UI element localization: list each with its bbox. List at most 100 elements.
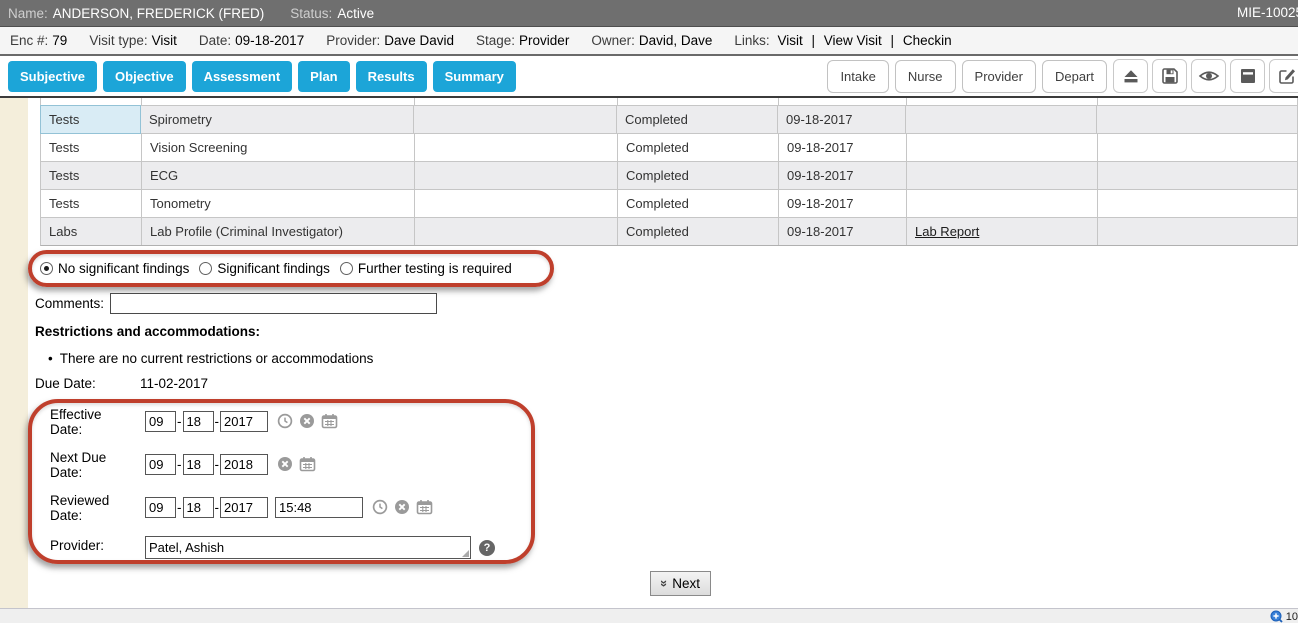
radio-label: No significant findings (58, 261, 189, 276)
depart-button[interactable]: Depart (1042, 60, 1107, 93)
date-cell: 09-18-2017 (778, 106, 906, 133)
calendar-icon[interactable] (299, 456, 316, 472)
patient-status-value: Active (337, 6, 374, 21)
comments-row: Comments: (35, 293, 437, 314)
nurse-button[interactable]: Nurse (895, 60, 956, 93)
lab-report-link[interactable]: Lab Report (915, 224, 979, 239)
visit-type-label: Visit type: (89, 33, 147, 48)
category-cell-selected[interactable]: Tests (40, 105, 141, 134)
restrictions-text: There are no current restrictions or acc… (60, 351, 374, 366)
radio-label: Further testing is required (358, 261, 512, 276)
restrictions-heading: Restrictions and accommodations: (35, 324, 260, 339)
reviewed-month-input[interactable] (145, 497, 176, 518)
radio-further-testing[interactable]: Further testing is required (340, 261, 512, 276)
tab-assessment[interactable]: Assessment (192, 61, 293, 92)
clear-icon[interactable] (277, 456, 293, 472)
next-button[interactable]: » Next (650, 571, 711, 596)
effective-day-input[interactable] (183, 411, 214, 432)
stage-field: Stage:Provider (476, 33, 569, 48)
status-cell: Completed (618, 190, 779, 217)
radio-icon[interactable] (340, 262, 353, 275)
date-cell: 09-18-2017 (779, 162, 907, 189)
resize-grip-icon[interactable] (462, 550, 469, 557)
tab-objective[interactable]: Objective (103, 61, 186, 92)
reviewed-time-input[interactable] (275, 497, 363, 518)
findings-radio-group: No significant findings Significant find… (40, 261, 522, 276)
radio-no-significant-findings[interactable]: No significant findings (40, 261, 189, 276)
test-name-cell: Tonometry (142, 190, 415, 217)
owner-label: Owner: (591, 33, 635, 48)
effective-date-label: Effective Date: (50, 405, 145, 437)
clock-icon[interactable] (372, 499, 388, 515)
reviewed-day-input[interactable] (183, 497, 214, 518)
view-button[interactable] (1191, 59, 1226, 93)
save-button[interactable] (1152, 59, 1187, 93)
radio-significant-findings[interactable]: Significant findings (199, 261, 330, 276)
eject-button[interactable] (1113, 59, 1148, 93)
link-visit[interactable]: Visit (777, 33, 802, 48)
archive-button[interactable] (1230, 59, 1265, 93)
archive-icon (1238, 66, 1258, 86)
link-checkin[interactable]: Checkin (903, 33, 952, 48)
comments-input[interactable] (110, 293, 437, 314)
visit-type-field: Visit type:Visit (89, 33, 177, 48)
tab-plan[interactable]: Plan (298, 61, 349, 92)
effective-year-input[interactable] (220, 411, 268, 432)
intake-button[interactable]: Intake (827, 60, 888, 93)
clear-icon[interactable] (394, 499, 410, 515)
visit-date-field: Date:09-18-2017 (199, 33, 304, 48)
double-chevron-down-icon: » (657, 580, 672, 587)
calendar-icon[interactable] (321, 413, 338, 429)
next-due-year-input[interactable] (220, 454, 268, 475)
radio-icon[interactable] (40, 262, 53, 275)
bullet-icon: • (48, 351, 53, 366)
table-row: Tests Tonometry Completed 09-18-2017 (41, 189, 1297, 217)
link-view-visit[interactable]: View Visit (824, 33, 882, 48)
clear-icon[interactable] (299, 413, 315, 429)
edit-button[interactable] (1269, 59, 1298, 93)
reviewing-provider-input[interactable] (145, 536, 471, 559)
reviewed-year-input[interactable] (220, 497, 268, 518)
category-cell[interactable]: Tests (41, 190, 142, 217)
table-row-clipped (41, 98, 1297, 105)
links-group: Links: Visit | View Visit | Checkin (734, 33, 951, 48)
next-due-day-input[interactable] (183, 454, 214, 475)
detail-cell (415, 218, 618, 245)
provider-button[interactable]: Provider (962, 60, 1036, 93)
tab-subjective[interactable]: Subjective (8, 61, 97, 92)
zoom-control[interactable]: 10 (1270, 610, 1298, 623)
provider-label: Provider: (326, 33, 380, 48)
owner-value: David, Dave (639, 33, 713, 48)
status-cell: Completed (617, 106, 778, 133)
zoom-level-text: 10 (1286, 611, 1298, 623)
next-due-month-input[interactable] (145, 454, 176, 475)
visit-date-label: Date: (199, 33, 231, 48)
report-link-cell (907, 190, 1098, 217)
links-label: Links: (734, 33, 769, 48)
tab-results[interactable]: Results (356, 61, 427, 92)
footer-bar: 10 (0, 608, 1298, 623)
test-name-cell: Spirometry (141, 106, 414, 133)
effective-month-input[interactable] (145, 411, 176, 432)
category-cell[interactable]: Tests (41, 134, 142, 161)
category-cell[interactable]: Labs (41, 218, 142, 245)
due-date-row: Due Date: 11-02-2017 (35, 376, 208, 391)
date-cell: 09-18-2017 (779, 218, 907, 245)
tab-summary[interactable]: Summary (433, 61, 516, 92)
help-icon[interactable]: ? (479, 540, 495, 556)
save-icon (1160, 66, 1180, 86)
radio-icon[interactable] (199, 262, 212, 275)
reviewed-date-row: Reviewed Date: - - (50, 491, 439, 523)
status-cell: Completed (618, 134, 779, 161)
category-cell[interactable]: Tests (41, 162, 142, 189)
clock-icon[interactable] (277, 413, 293, 429)
zoom-in-icon[interactable] (1270, 610, 1286, 623)
eject-icon (1121, 66, 1141, 86)
calendar-icon[interactable] (416, 499, 433, 515)
next-due-date-label: Next Due Date: (50, 448, 145, 480)
test-name-cell: ECG (142, 162, 415, 189)
reviewing-provider-label: Provider: (50, 536, 145, 559)
patient-title-bar: Name: ANDERSON, FREDERICK (FRED) Status:… (0, 0, 1298, 27)
link-separator: | (811, 33, 815, 48)
enc-number-value: 79 (52, 33, 67, 48)
